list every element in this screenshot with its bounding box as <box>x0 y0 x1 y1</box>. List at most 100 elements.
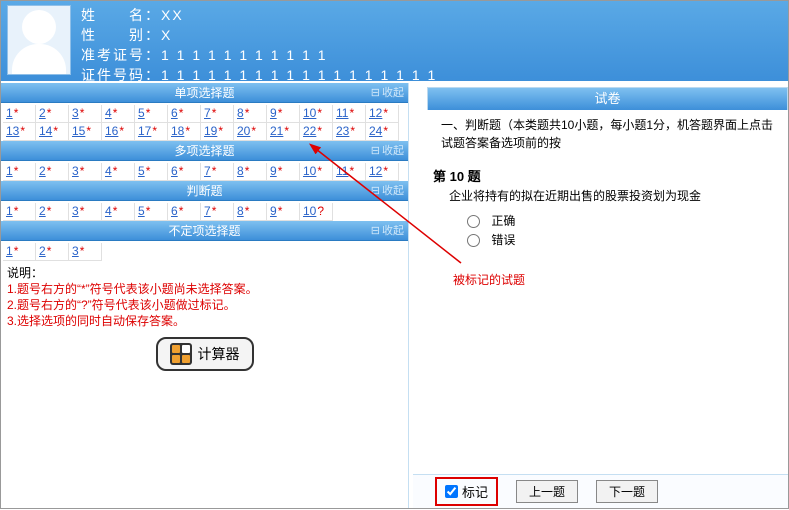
question-link[interactable]: 6* <box>168 203 201 221</box>
question-link[interactable]: 14* <box>36 123 69 141</box>
question-link[interactable]: 7* <box>201 163 234 181</box>
question-link[interactable]: 11* <box>333 163 366 181</box>
flag-star-icon: * <box>349 106 354 120</box>
question-number-link: 10 <box>303 204 316 218</box>
question-link[interactable]: 22* <box>300 123 333 141</box>
question-number-link: 10 <box>303 106 316 120</box>
mark-checkbox[interactable] <box>445 485 458 498</box>
question-link[interactable]: 24* <box>366 123 399 141</box>
radio-true[interactable] <box>467 215 480 228</box>
flag-star-icon: * <box>212 106 217 120</box>
question-link[interactable]: 10* <box>300 163 333 181</box>
flag-star-icon: * <box>53 124 58 138</box>
question-link[interactable]: 8* <box>234 105 267 123</box>
question-link[interactable]: 5* <box>135 203 168 221</box>
section-bar-multi: 多项选择题 ⊟收起 <box>1 141 408 161</box>
question-link[interactable]: 9* <box>267 105 300 123</box>
question-number-link: 11 <box>336 164 348 178</box>
question-link[interactable]: 3* <box>69 163 102 181</box>
question-link[interactable]: 7* <box>201 105 234 123</box>
question-link[interactable]: 5* <box>135 163 168 181</box>
question-link[interactable]: 3* <box>69 203 102 221</box>
question-link[interactable]: 11* <box>333 105 366 123</box>
section-title: 不定项选择题 <box>168 224 240 238</box>
flag-star-icon: * <box>146 204 151 218</box>
question-link[interactable]: 16* <box>102 123 135 141</box>
question-link[interactable]: 3* <box>69 243 102 261</box>
question-number-link: 5 <box>138 106 145 120</box>
question-link[interactable]: 8* <box>234 203 267 221</box>
question-link[interactable]: 1* <box>3 203 36 221</box>
question-link[interactable]: 7* <box>201 203 234 221</box>
mark-flag-box[interactable]: 标记 <box>435 477 498 506</box>
prev-button[interactable]: 上一题 <box>516 480 578 503</box>
question-link[interactable]: 12* <box>366 163 399 181</box>
flag-star-icon: * <box>179 204 184 218</box>
question-link[interactable]: 15* <box>69 123 102 141</box>
flag-star-icon: * <box>212 204 217 218</box>
question-link[interactable]: 9* <box>267 203 300 221</box>
tab-exam[interactable]: 试卷 <box>428 88 787 110</box>
question-link[interactable]: 8* <box>234 163 267 181</box>
question-link[interactable]: 5* <box>135 105 168 123</box>
question-link[interactable]: 2* <box>36 243 69 261</box>
question-link[interactable]: 21* <box>267 123 300 141</box>
annotation-marked-text: 被标记的试题 <box>453 271 525 288</box>
question-link[interactable]: 2* <box>36 203 69 221</box>
question-link[interactable]: 4* <box>102 105 135 123</box>
question-link[interactable]: 10* <box>300 105 333 123</box>
question-number-link: 4 <box>105 164 112 178</box>
question-link[interactable]: 2* <box>36 105 69 123</box>
flag-star-icon: * <box>278 106 283 120</box>
option-true[interactable]: 正确 <box>427 212 788 229</box>
option-false[interactable]: 错误 <box>427 231 788 248</box>
question-link[interactable]: 20* <box>234 123 267 141</box>
question-link[interactable]: 13* <box>3 123 36 141</box>
flag-star-icon: * <box>179 164 184 178</box>
collapse-toggle[interactable]: ⊟收起 <box>371 221 404 241</box>
question-link[interactable]: 12* <box>366 105 399 123</box>
question-link[interactable]: 3* <box>69 105 102 123</box>
flag-star-icon: * <box>383 164 388 178</box>
flag-star-icon: * <box>47 244 52 258</box>
question-link[interactable]: 1* <box>3 243 36 261</box>
flag-star-icon: * <box>349 164 354 178</box>
question-link[interactable]: 10? <box>300 203 333 221</box>
flag-star-icon: * <box>47 204 52 218</box>
question-link[interactable]: 4* <box>102 203 135 221</box>
flag-star-icon: * <box>113 164 118 178</box>
question-link[interactable]: 4* <box>102 163 135 181</box>
flag-star-icon: * <box>383 124 388 138</box>
collapse-toggle[interactable]: ⊟收起 <box>371 181 404 201</box>
question-link[interactable]: 9* <box>267 163 300 181</box>
calculator-label: 计算器 <box>198 344 240 364</box>
legend-notes: 说明： 1.题号右方的“*”符号代表该小题尚未选择答案。 2.题号右方的“?”符… <box>1 261 408 329</box>
question-number-link: 1 <box>6 204 13 218</box>
id-label: 证件号码： <box>81 67 161 83</box>
question-link[interactable]: 2* <box>36 163 69 181</box>
next-button[interactable]: 下一题 <box>596 480 658 503</box>
notes-line3: 3.选择选项的同时自动保存答案。 <box>7 314 185 328</box>
calculator-button[interactable]: 计算器 <box>156 337 254 371</box>
question-number-link: 1 <box>6 106 13 120</box>
question-link[interactable]: 19* <box>201 123 234 141</box>
flag-star-icon: * <box>20 124 25 138</box>
flag-star-icon: * <box>317 164 322 178</box>
question-number-link: 3 <box>72 244 79 258</box>
question-link[interactable]: 1* <box>3 105 36 123</box>
question-link[interactable]: 17* <box>135 123 168 141</box>
question-link[interactable]: 18* <box>168 123 201 141</box>
question-number-link: 24 <box>369 124 382 138</box>
question-link[interactable]: 23* <box>333 123 366 141</box>
question-link[interactable]: 6* <box>168 105 201 123</box>
ticket-value: 1 1 1 1 1 1 1 1 1 1 1 <box>161 47 328 63</box>
collapse-toggle[interactable]: ⊟收起 <box>371 141 404 161</box>
question-link[interactable]: 6* <box>168 163 201 181</box>
radio-false[interactable] <box>467 234 480 247</box>
question-link[interactable]: 1* <box>3 163 36 181</box>
flag-star-icon: * <box>245 164 250 178</box>
notes-line2: 2.题号右方的“?”符号代表该小题做过标记。 <box>7 298 236 312</box>
name-value: XX <box>161 7 184 23</box>
calculator-icon <box>170 343 192 365</box>
collapse-toggle[interactable]: ⊟收起 <box>371 83 404 103</box>
